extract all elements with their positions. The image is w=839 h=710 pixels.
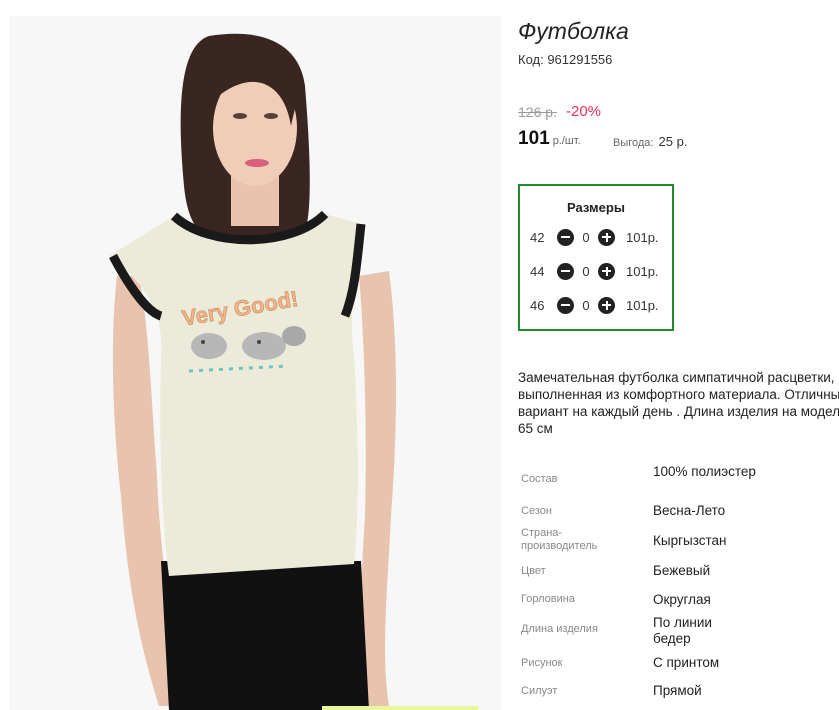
size-price: 101р.	[626, 229, 659, 245]
minus-icon[interactable]	[557, 262, 574, 280]
price-unit: р./шт.	[552, 135, 581, 147]
spec-value: Округлая	[653, 592, 711, 607]
product-code: Код: 961291556	[518, 52, 613, 67]
spec-key: Цвет	[521, 565, 546, 577]
product-info: Футболка Код: 961291556 126 р. -20% 101 р…	[518, 0, 839, 710]
spec-value: 100% полиэстер	[653, 464, 756, 479]
size-number: 46	[530, 297, 545, 313]
benefit-value: 25 р.	[658, 134, 688, 149]
plus-icon[interactable]	[598, 296, 615, 314]
spec-value: Бежевый	[653, 563, 711, 578]
benefit-label: Выгода:	[613, 137, 654, 149]
size-price: 101р.	[626, 297, 659, 313]
current-price: 101	[518, 128, 550, 149]
spec-value: Кыргызстан	[653, 533, 727, 548]
size-row-44: 44 0 101р.	[530, 262, 659, 280]
size-row-42: 42 0 101р.	[530, 228, 659, 246]
quantity-value: 0	[582, 229, 590, 245]
sizes-box: Размеры 42 0 101р. 44 0 101р. 46 0 101р.	[518, 184, 674, 331]
sizes-title: Размеры	[567, 200, 625, 215]
spec-key: Силуэт	[521, 685, 558, 697]
spec-value: С принтом	[653, 655, 720, 670]
spec-key: Рисунок	[521, 657, 563, 669]
product-photo[interactable]: Very Good!	[9, 16, 501, 710]
size-price: 101р.	[626, 263, 659, 279]
spec-value: Прямой	[653, 683, 702, 698]
plus-icon[interactable]	[598, 262, 615, 280]
benefit: Выгода: 25 р.	[613, 134, 687, 149]
size-row-46: 46 0 101р.	[530, 296, 659, 314]
spec-key: Состав	[521, 473, 558, 485]
spec-key: Сезон	[521, 505, 552, 517]
old-price: 126 р.	[518, 104, 557, 120]
minus-icon[interactable]	[557, 228, 574, 246]
photo-bottom-highlight	[322, 706, 478, 710]
spec-key: Страна-производитель	[521, 527, 598, 552]
plus-icon[interactable]	[598, 228, 615, 246]
spec-value: По линии бедер	[653, 615, 712, 646]
spec-value: Весна-Лето	[653, 503, 726, 518]
discount-badge: -20%	[566, 103, 602, 120]
product-description: Замечательная футболка симпатичной расцв…	[518, 370, 839, 436]
model-illustration: Very Good!	[109, 33, 396, 710]
spec-key: Длина изделия	[521, 623, 598, 635]
minus-icon[interactable]	[557, 296, 574, 314]
product-title: Футболка	[518, 18, 629, 44]
spec-key: Горловина	[521, 593, 575, 605]
quantity-value: 0	[582, 297, 590, 313]
quantity-value: 0	[582, 263, 590, 279]
size-number: 44	[530, 263, 545, 279]
size-number: 42	[530, 229, 545, 245]
price-row: 101 р./шт.	[518, 128, 581, 150]
